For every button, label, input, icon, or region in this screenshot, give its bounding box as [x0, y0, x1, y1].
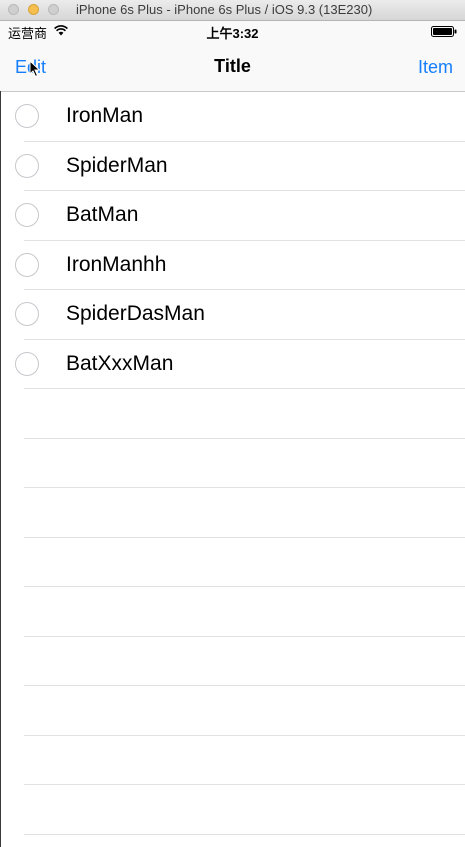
row-label: BatXxxMan — [66, 351, 174, 375]
row-select-circle-icon[interactable] — [15, 104, 39, 128]
table-row[interactable]: BatXxxMan — [0, 340, 465, 389]
table-row[interactable] — [0, 736, 465, 785]
row-label: IronMan — [66, 104, 144, 127]
table-view[interactable]: IronMan SpiderMan BatMan IronManhh SpiderDas… — [0, 92, 465, 847]
minimize-window-button[interactable] — [28, 4, 39, 15]
status-time: 上午3:32 — [206, 26, 259, 41]
row-select-circle-icon[interactable] — [15, 302, 39, 326]
table-row[interactable] — [0, 637, 465, 686]
page-title: Title — [214, 56, 251, 76]
table-row[interactable]: BatMan — [0, 191, 465, 241]
table-row[interactable] — [0, 686, 465, 736]
table-row[interactable]: IronManhh — [0, 241, 465, 290]
table-row[interactable] — [0, 389, 465, 439]
table-row[interactable] — [0, 538, 465, 587]
table-row[interactable]: SpiderMan — [0, 142, 465, 191]
window-titlebar: iPhone 6s Plus - iPhone 6s Plus / iOS 9.… — [0, 0, 465, 21]
close-window-button[interactable] — [8, 4, 19, 15]
table-row[interactable] — [0, 835, 465, 847]
row-select-circle-icon[interactable] — [15, 252, 39, 277]
row-select-circle-icon[interactable] — [15, 153, 39, 178]
simulator-window: iPhone 6s Plus - iPhone 6s Plus / iOS 9.… — [0, 0, 465, 847]
row-select-circle-icon[interactable] — [15, 203, 39, 227]
table-row[interactable] — [0, 587, 465, 637]
table-row[interactable] — [0, 439, 465, 488]
table-row[interactable]: IronMan — [0, 92, 465, 142]
table-row[interactable]: SpiderDasMan — [0, 290, 465, 340]
status-bar: 运营商 上午3:32 — [0, 21, 465, 41]
mouse-pointer-icon — [29, 60, 41, 78]
row-select-circle-icon[interactable] — [15, 351, 39, 376]
zoom-window-button[interactable] — [48, 4, 59, 15]
item-button[interactable]: Item — [418, 57, 453, 78]
row-label: IronManhh — [66, 252, 167, 276]
table-row[interactable] — [0, 785, 465, 835]
battery-icon — [431, 26, 457, 37]
row-label: SpiderDasMan — [66, 302, 205, 325]
table-row[interactable] — [0, 488, 465, 538]
window-title: iPhone 6s Plus - iPhone 6s Plus / iOS 9.… — [76, 2, 373, 17]
navigation-bar: Edit Title Item — [0, 41, 465, 92]
row-label: BatMan — [66, 203, 139, 226]
row-label: SpiderMan — [66, 153, 168, 177]
